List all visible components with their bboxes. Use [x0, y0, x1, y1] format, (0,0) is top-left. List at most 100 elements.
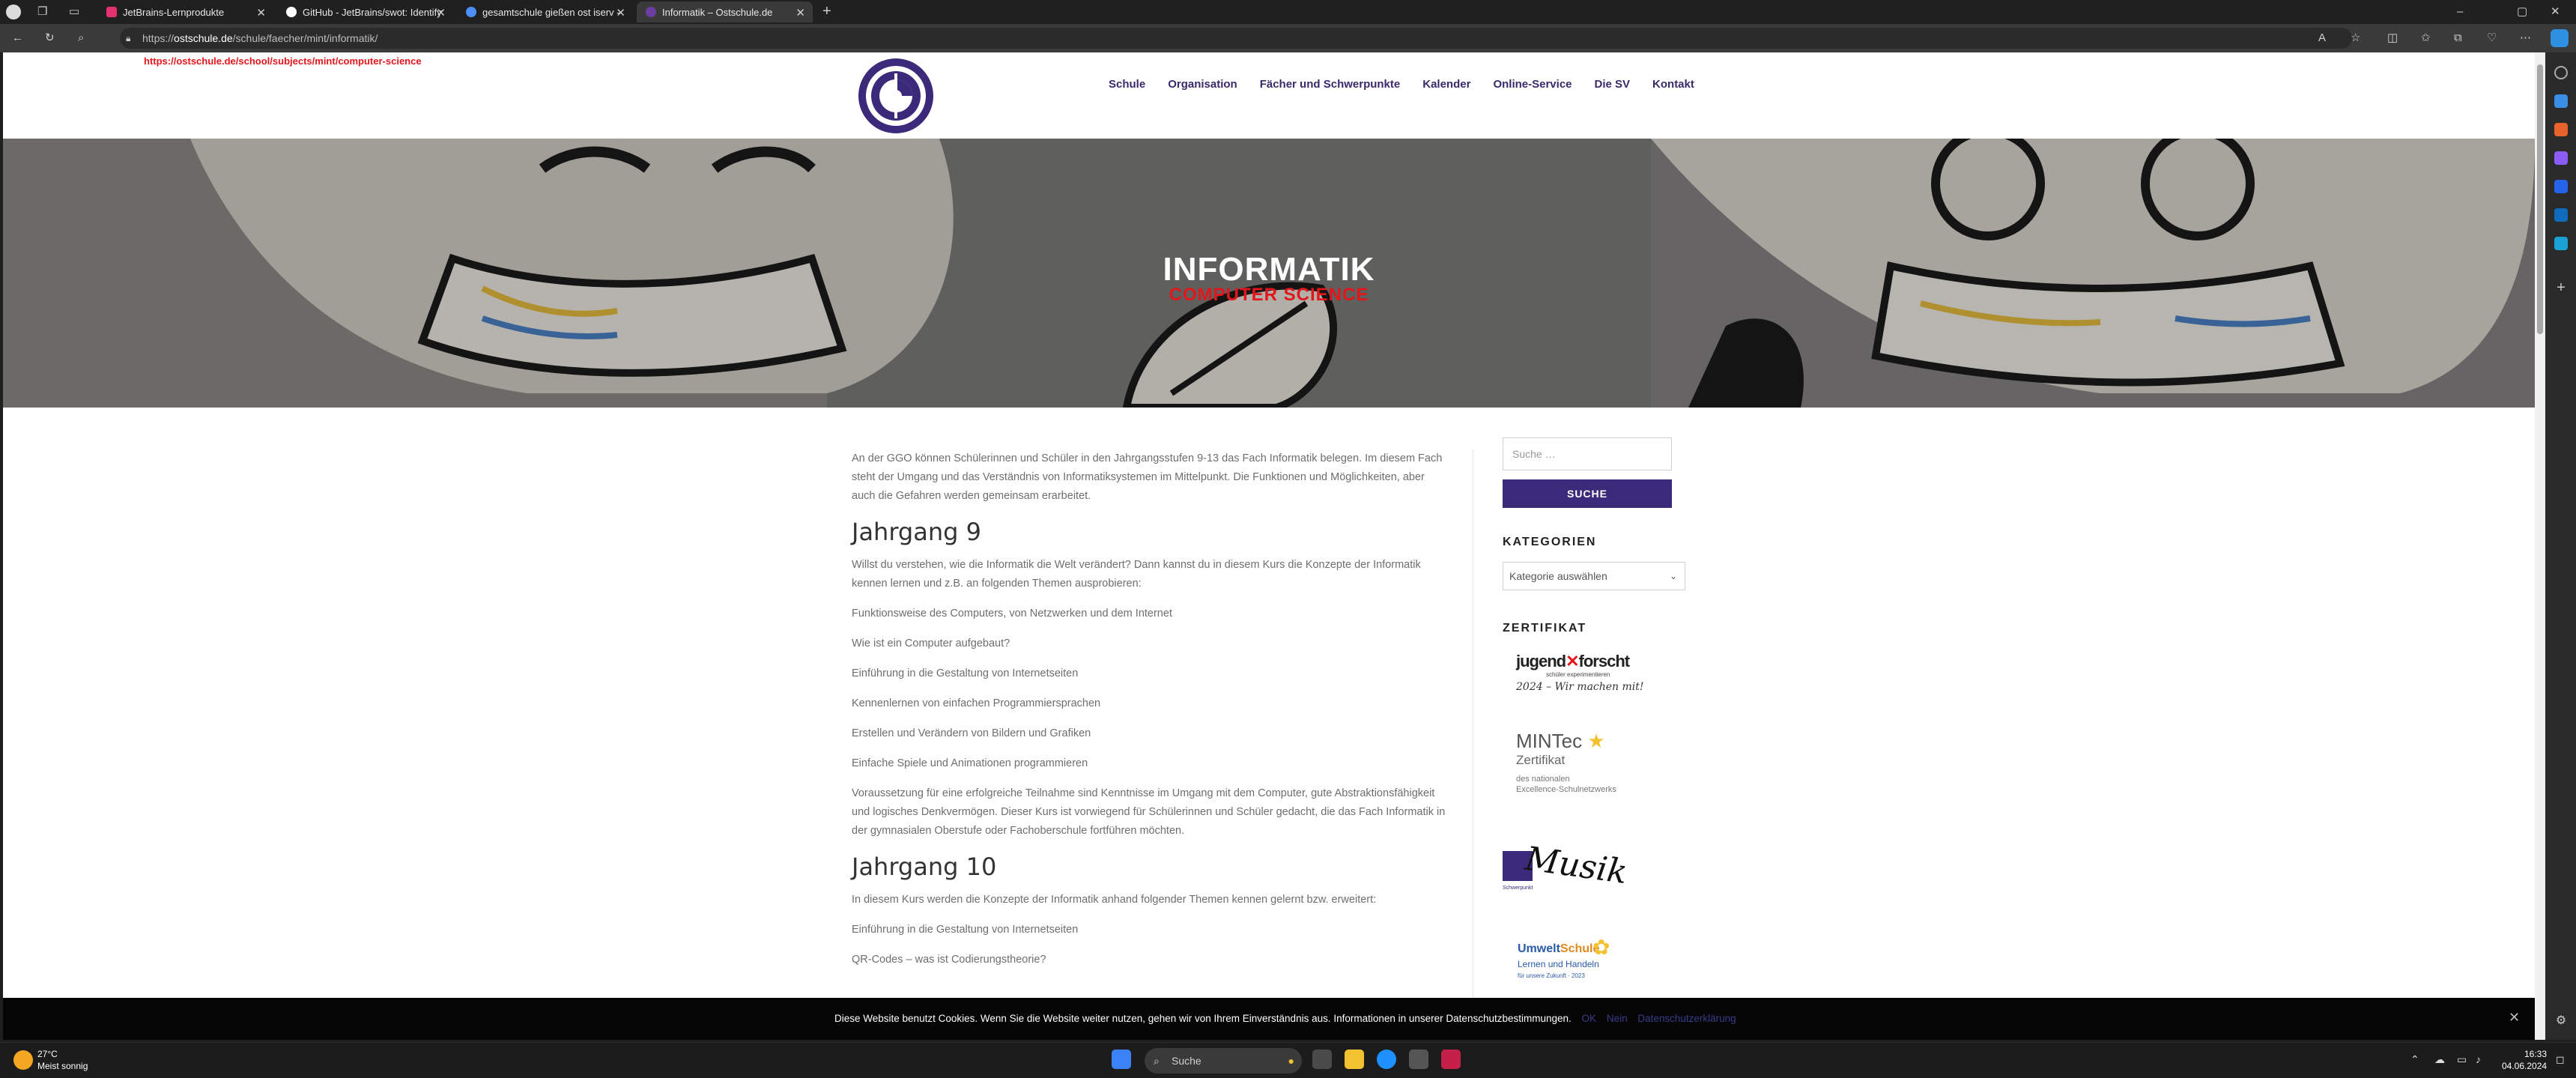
- mintec-logo[interactable]: MINTec ★ Zertifikat des nationalen Excel…: [1516, 730, 1651, 805]
- nav-faecher[interactable]: Fächer und Schwerpunkte: [1260, 78, 1401, 91]
- tab-jetbrains[interactable]: JetBrains-Lernprodukte ✕: [97, 1, 273, 22]
- weather-sun-icon[interactable]: [13, 1050, 33, 1070]
- tray-chevron-icon[interactable]: ⌃: [2410, 1053, 2419, 1066]
- taskbar-clock[interactable]: 16:33 04.06.2024: [2502, 1048, 2547, 1072]
- close-tab-icon[interactable]: ✕: [256, 6, 266, 19]
- windows-taskbar: 27°C Meist sonnig ⌕ Suche ● ⌃ ☁ ▭ ♪ 16:3…: [0, 1042, 2576, 1078]
- close-tab-icon[interactable]: ✕: [795, 6, 805, 19]
- umwelt-text-3: Lernen und Handeln: [1518, 959, 1599, 969]
- nav-kontakt[interactable]: Kontakt: [1652, 78, 1694, 91]
- copilot-icon[interactable]: [2551, 29, 2569, 47]
- network-icon[interactable]: ▭: [2457, 1053, 2467, 1066]
- sidebar-tools-icon[interactable]: [2554, 123, 2568, 136]
- sidebar-settings-icon[interactable]: ⚙: [2554, 1014, 2568, 1028]
- cookie-privacy-link[interactable]: Datenschutzerklärung: [1637, 1013, 1736, 1024]
- address-bar[interactable]: 🔒︎ https://ostschule.de/schule/faecher/m…: [120, 28, 2352, 49]
- favorites-icon[interactable]: ✩: [2421, 31, 2431, 46]
- favorite-star-icon[interactable]: ☆: [2351, 31, 2360, 46]
- umwelt-text-4: für unsere Zukunft · 2023: [1518, 972, 1585, 979]
- musik-schwerpunkt-logo[interactable]: Schwerpunkt Musik: [1503, 824, 1630, 914]
- sidebar-outlook-icon[interactable]: [2554, 208, 2568, 222]
- url-path: /schule/faecher/mint/informatik/: [232, 32, 378, 44]
- weather-widget[interactable]: 27°C Meist sonnig: [37, 1048, 88, 1072]
- heading-jahrgang-9: Jahrgang 9: [852, 518, 981, 546]
- weather-temp: 27°C: [37, 1049, 58, 1059]
- menu-dots-icon[interactable]: ⋯: [2520, 31, 2531, 46]
- cookie-ok-button[interactable]: OK: [1582, 1013, 1597, 1024]
- back-icon[interactable]: ←: [12, 31, 23, 46]
- sidebar-microsoft365-icon[interactable]: [2554, 180, 2568, 193]
- mintec-cert: Zertifikat: [1516, 753, 1566, 767]
- topic-item: Einfache Spiele und Animationen programm…: [852, 757, 1088, 769]
- split-screen-icon[interactable]: ◫: [2387, 31, 2398, 46]
- cookie-banner: Diese Website benutzt Cookies. Wenn Sie …: [3, 998, 2535, 1040]
- reload-icon[interactable]: ↻: [45, 31, 55, 46]
- url-text[interactable]: https://ostschule.de/schule/faecher/mint…: [142, 32, 378, 44]
- clock-date: 04.06.2024: [2502, 1061, 2548, 1071]
- redirect-url-text[interactable]: https://ostschule.de/school/subjects/min…: [144, 55, 422, 67]
- category-select-value: Kategorie auswählen: [1509, 570, 1607, 582]
- nav-die-sv[interactable]: Die SV: [1595, 78, 1631, 91]
- sidebar-search-icon[interactable]: [2554, 66, 2568, 79]
- maximize-icon[interactable]: ▢: [2517, 4, 2527, 19]
- read-aloud-icon[interactable]: A: [2318, 31, 2326, 46]
- sidebar-search-input[interactable]: Suche …: [1503, 437, 1672, 470]
- sidebar-drop-icon[interactable]: [2554, 237, 2568, 250]
- nav-schule[interactable]: Schule: [1109, 78, 1145, 91]
- notifications-icon[interactable]: ◻: [2556, 1053, 2565, 1066]
- jufo-text-1: jugend: [1516, 652, 1566, 670]
- intro-paragraph: An der GGO können Schülerinnen und Schül…: [852, 452, 1443, 502]
- volume-icon[interactable]: ♪: [2476, 1053, 2481, 1065]
- browser-toolbar: ← ↻ ⌕ 🔒︎ https://ostschule.de/schule/fae…: [0, 24, 2576, 52]
- school-logo-icon[interactable]: [857, 57, 935, 135]
- store-icon[interactable]: [1409, 1050, 1428, 1069]
- nav-organisation[interactable]: Organisation: [1168, 78, 1237, 91]
- profile-icon[interactable]: [6, 4, 21, 19]
- sidebar-search-button[interactable]: SUCHE: [1503, 479, 1672, 508]
- clock-time: 16:33: [2524, 1049, 2547, 1059]
- edge-browser-icon[interactable]: [1377, 1050, 1396, 1069]
- umweltschule-logo[interactable]: UmweltSchule Lernen und Handeln für unse…: [1503, 935, 1630, 995]
- cookie-no-button[interactable]: Nein: [1607, 1013, 1628, 1024]
- taskbar-search[interactable]: ⌕ Suche ●: [1145, 1048, 1302, 1074]
- tab-github[interactable]: GitHub - JetBrains/swot: Identify ✕: [277, 1, 453, 22]
- nav-online-service[interactable]: Online-Service: [1493, 78, 1572, 91]
- weather-text: Meist sonnig: [37, 1061, 88, 1071]
- task-view-icon[interactable]: [1312, 1050, 1332, 1069]
- search-highlight-icon: ●: [1288, 1055, 1294, 1067]
- page-scrollbar[interactable]: [2535, 52, 2545, 1040]
- jg9-lead-paragraph: Willst du verstehen, wie die Informatik …: [852, 559, 1421, 590]
- lock-icon[interactable]: 🔒︎: [126, 31, 130, 46]
- workspaces-icon[interactable]: ❐: [37, 4, 47, 19]
- nav-kalender[interactable]: Kalender: [1422, 78, 1470, 91]
- close-tab-icon[interactable]: ✕: [616, 6, 625, 19]
- certificate-title: ZERTIFIKAT: [1503, 622, 1587, 635]
- sidebar-shopping-icon[interactable]: [2554, 94, 2568, 108]
- jetbrains-ide-icon[interactable]: [1441, 1050, 1461, 1069]
- umwelt-text-1: Umwelt: [1518, 942, 1560, 955]
- hero-subtitle: COMPUTER SCIENCE: [1169, 285, 1369, 305]
- tab-search[interactable]: gesamtschule gießen ost iserv - ✕: [457, 1, 633, 22]
- collections-icon[interactable]: ⧉: [2454, 31, 2462, 46]
- category-select[interactable]: Kategorie auswählen ⌄: [1503, 562, 1685, 590]
- github-favicon-icon: [286, 7, 297, 17]
- new-tab-icon[interactable]: +: [822, 4, 831, 19]
- close-tab-icon[interactable]: ✕: [436, 6, 446, 19]
- cookie-close-icon[interactable]: ✕: [2509, 1010, 2520, 1026]
- tab-actions-icon[interactable]: ▭: [69, 4, 79, 19]
- sidebar-add-icon[interactable]: +: [2554, 280, 2568, 295]
- jufo-x-icon: ✕: [1566, 652, 1579, 670]
- scrollbar-thumb[interactable]: [2537, 64, 2543, 334]
- file-explorer-icon[interactable]: [1345, 1050, 1364, 1069]
- tab-informatik[interactable]: Informatik – Ostschule.de ✕: [637, 1, 813, 22]
- url-scheme: https://: [142, 32, 175, 44]
- start-menu-icon[interactable]: [1112, 1050, 1131, 1069]
- jetbrains-favicon-icon: [106, 7, 117, 17]
- close-window-icon[interactable]: ✕: [2551, 4, 2560, 19]
- sidebar-games-icon[interactable]: [2554, 151, 2568, 165]
- onedrive-icon[interactable]: ☁: [2434, 1053, 2445, 1066]
- minimize-icon[interactable]: –: [2457, 4, 2463, 19]
- browser-essentials-icon[interactable]: ♡: [2487, 31, 2497, 46]
- jugend-forscht-logo[interactable]: jugend✕forscht schüler experimentieren 2…: [1516, 652, 1658, 704]
- search-icon[interactable]: ⌕: [78, 31, 84, 46]
